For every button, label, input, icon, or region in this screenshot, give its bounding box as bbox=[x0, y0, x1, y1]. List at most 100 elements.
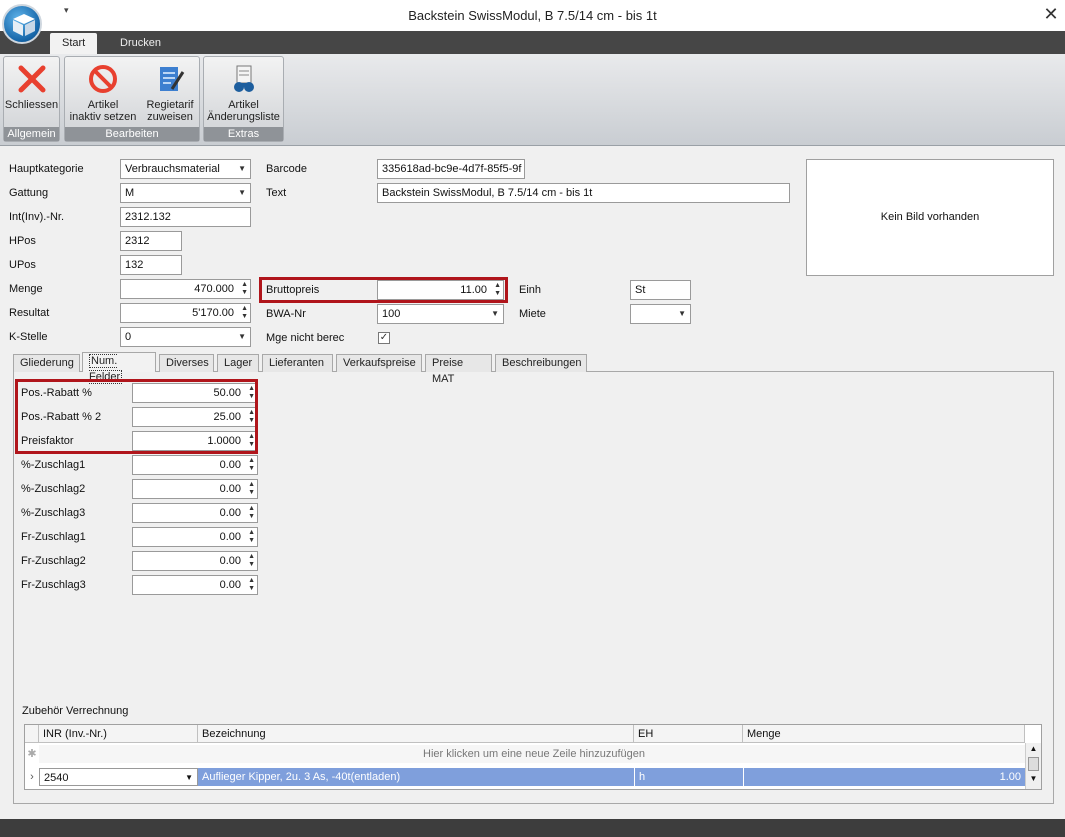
fr-zuschlag2-spinner[interactable]: 0.00 ▲ ▼ bbox=[132, 551, 258, 571]
spinner-arrows-icon[interactable]: ▲ ▼ bbox=[248, 577, 255, 593]
kstelle-value: 0 bbox=[125, 331, 132, 343]
tab-start[interactable]: Start bbox=[50, 33, 98, 54]
group-label-bearbeiten: Bearbeiten bbox=[65, 127, 199, 141]
spinner-arrows-icon[interactable]: ▲ ▼ bbox=[248, 553, 255, 569]
new-row-hint[interactable]: Hier klicken um eine neue Zeile hinzuzuf… bbox=[39, 745, 1025, 763]
new-row-asterisk-icon: ✱ bbox=[27, 748, 37, 760]
text-label: Text bbox=[266, 187, 287, 199]
bwa-nr-label: BWA-Nr bbox=[266, 308, 306, 320]
tab-gliederung[interactable]: Gliederung bbox=[13, 354, 80, 372]
tab-lager[interactable]: Lager bbox=[217, 354, 259, 372]
zuschlag2-value: 0.00 bbox=[219, 483, 241, 495]
bruttopreis-spinner[interactable]: 11.00 ▲ ▼ bbox=[377, 280, 504, 300]
miete-select[interactable]: ▼ bbox=[630, 304, 691, 324]
fr-zuschlag1-spinner[interactable]: 0.00 ▲ ▼ bbox=[132, 527, 258, 547]
fr-zuschlag3-label: Fr-Zuschlag3 bbox=[21, 579, 86, 591]
tab-lieferanten[interactable]: Lieferanten bbox=[262, 354, 333, 372]
group-label-extras: Extras bbox=[204, 127, 283, 141]
spinner-arrows-icon[interactable]: ▲ ▼ bbox=[241, 281, 248, 297]
zubehoer-grid: INR (Inv.-Nr.) Bezeichnung EH Menge ✱ Hi… bbox=[24, 724, 1042, 790]
pos-rabatt-2-value: 25.00 bbox=[213, 411, 241, 423]
menge-spinner[interactable]: 470.000 ▲ ▼ bbox=[120, 279, 251, 299]
gattung-label: Gattung bbox=[9, 187, 49, 199]
mge-nicht-berec-checkbox[interactable]: ✓ bbox=[378, 332, 390, 344]
spinner-arrows-icon[interactable]: ▲ ▼ bbox=[494, 282, 501, 298]
schliessen-button[interactable]: Schliessen bbox=[4, 61, 59, 125]
scroll-up-icon[interactable]: ▲ bbox=[1026, 743, 1041, 755]
resultat-spinner[interactable]: 5'170.00 ▲ ▼ bbox=[120, 303, 251, 323]
einh-input[interactable]: St bbox=[630, 280, 691, 300]
spinner-arrows-icon[interactable]: ▲ ▼ bbox=[241, 305, 248, 321]
article-image-placeholder[interactable]: Kein Bild vorhanden bbox=[806, 159, 1054, 276]
tab-verkaufspreise[interactable]: Verkaufspreise bbox=[336, 354, 422, 372]
preisfaktor-value: 1.0000 bbox=[207, 435, 241, 447]
column-header-bezeichnung[interactable]: Bezeichnung bbox=[198, 725, 634, 743]
zuschlag2-spinner[interactable]: 0.00 ▲ ▼ bbox=[132, 479, 258, 499]
tab-diverses[interactable]: Diverses bbox=[159, 354, 214, 372]
close-x-icon bbox=[18, 65, 45, 93]
chevron-down-icon: ▼ bbox=[491, 309, 499, 318]
zuschlag2-label: %-Zuschlag2 bbox=[21, 483, 86, 495]
pos-rabatt-spinner[interactable]: 50.00 ▲ ▼ bbox=[132, 383, 258, 403]
scroll-down-icon[interactable]: ▼ bbox=[1026, 773, 1041, 785]
artikel-aenderungsliste-button[interactable]: Artikel Änderungsliste bbox=[204, 61, 283, 125]
grid-scrollbar[interactable]: ▲ ▼ bbox=[1025, 743, 1041, 789]
tab-drucken[interactable]: Drucken bbox=[108, 33, 173, 54]
spinner-arrows-icon[interactable]: ▲ ▼ bbox=[248, 529, 255, 545]
tab-beschreibungen[interactable]: Beschreibungen bbox=[495, 354, 587, 372]
artikel-inaktiv-button[interactable]: Artikel inaktiv setzen bbox=[67, 61, 139, 125]
preisfaktor-label: Preisfaktor bbox=[21, 435, 74, 447]
preisfaktor-spinner[interactable]: 1.0000 ▲ ▼ bbox=[132, 431, 258, 451]
spinner-arrows-icon[interactable]: ▲ ▼ bbox=[248, 481, 255, 497]
zuschlag3-spinner[interactable]: 0.00 ▲ ▼ bbox=[132, 503, 258, 523]
zuschlag3-value: 0.00 bbox=[219, 507, 241, 519]
gattung-select[interactable]: M ▼ bbox=[120, 183, 251, 203]
zuschlag3-label: %-Zuschlag3 bbox=[21, 507, 86, 519]
barcode-input[interactable]: 335618ad-bc9e-4d7f-85f5-9f bbox=[377, 159, 525, 179]
scroll-thumb[interactable] bbox=[1028, 757, 1039, 771]
fr-zuschlag3-spinner[interactable]: 0.00 ▲ ▼ bbox=[132, 575, 258, 595]
zuschlag1-value: 0.00 bbox=[219, 459, 241, 471]
spinner-arrows-icon[interactable]: ▲ ▼ bbox=[248, 385, 255, 401]
regietarif-zuweisen-button[interactable]: Regietarif zuweisen bbox=[141, 61, 199, 125]
zubehoer-title: Zubehör Verrechnung bbox=[22, 705, 129, 717]
row-eh-cell[interactable]: h bbox=[634, 768, 743, 786]
tab-num-felder[interactable]: Num. Felder bbox=[82, 352, 156, 384]
kstelle-select[interactable]: 0 ▼ bbox=[120, 327, 251, 347]
bwa-nr-select[interactable]: 100 ▼ bbox=[377, 304, 504, 324]
schliessen-label: Schliessen bbox=[4, 99, 59, 111]
spinner-arrows-icon[interactable]: ▲ ▼ bbox=[248, 457, 255, 473]
chevron-down-icon: ▼ bbox=[238, 164, 246, 173]
ribbon: Schliessen Allgemein Artikel inaktiv set… bbox=[0, 54, 1065, 146]
row-bezeichnung-cell[interactable]: Auflieger Kipper, 2u. 3 As, -40t(entlade… bbox=[198, 768, 634, 786]
app-logo-icon[interactable] bbox=[2, 4, 42, 44]
gattung-value: M bbox=[125, 187, 135, 199]
upos-input[interactable]: 132 bbox=[120, 255, 182, 275]
column-header-menge[interactable]: Menge bbox=[743, 725, 1025, 743]
row-menge-cell[interactable]: 1.00 bbox=[743, 768, 1025, 786]
row-inr-select[interactable]: 2540 ▼ bbox=[39, 768, 198, 786]
column-header-inr[interactable]: INR (Inv.-Nr.) bbox=[39, 725, 198, 743]
fr-zuschlag1-label: Fr-Zuschlag1 bbox=[21, 531, 86, 543]
barcode-label: Barcode bbox=[266, 163, 307, 175]
pos-rabatt-2-spinner[interactable]: 25.00 ▲ ▼ bbox=[132, 407, 258, 427]
close-window-button[interactable]: ✕ bbox=[1040, 4, 1062, 26]
status-bar bbox=[0, 819, 1065, 837]
hauptkategorie-select[interactable]: Verbrauchsmaterial ▼ bbox=[120, 159, 251, 179]
regietarif-label: Regietarif zuweisen bbox=[146, 99, 194, 123]
fr-zuschlag1-value: 0.00 bbox=[219, 531, 241, 543]
spinner-arrows-icon[interactable]: ▲ ▼ bbox=[248, 505, 255, 521]
zuschlag1-spinner[interactable]: 0.00 ▲ ▼ bbox=[132, 455, 258, 475]
spinner-arrows-icon[interactable]: ▲ ▼ bbox=[248, 433, 255, 449]
mge-nicht-berec-label: Mge nicht berec bbox=[266, 332, 345, 344]
text-input[interactable]: Backstein SwissModul, B 7.5/14 cm - bis … bbox=[377, 183, 790, 203]
fr-zuschlag2-label: Fr-Zuschlag2 bbox=[21, 555, 86, 567]
int-nr-input[interactable]: 2312.132 bbox=[120, 207, 251, 227]
hpos-input[interactable]: 2312 bbox=[120, 231, 182, 251]
fr-zuschlag3-value: 0.00 bbox=[219, 579, 241, 591]
tab-preise-mat[interactable]: Preise MAT bbox=[425, 354, 492, 385]
spinner-arrows-icon[interactable]: ▲ ▼ bbox=[248, 409, 255, 425]
kstelle-label: K-Stelle bbox=[9, 331, 48, 343]
chevron-down-icon: ▼ bbox=[185, 773, 193, 782]
column-header-eh[interactable]: EH bbox=[634, 725, 743, 743]
